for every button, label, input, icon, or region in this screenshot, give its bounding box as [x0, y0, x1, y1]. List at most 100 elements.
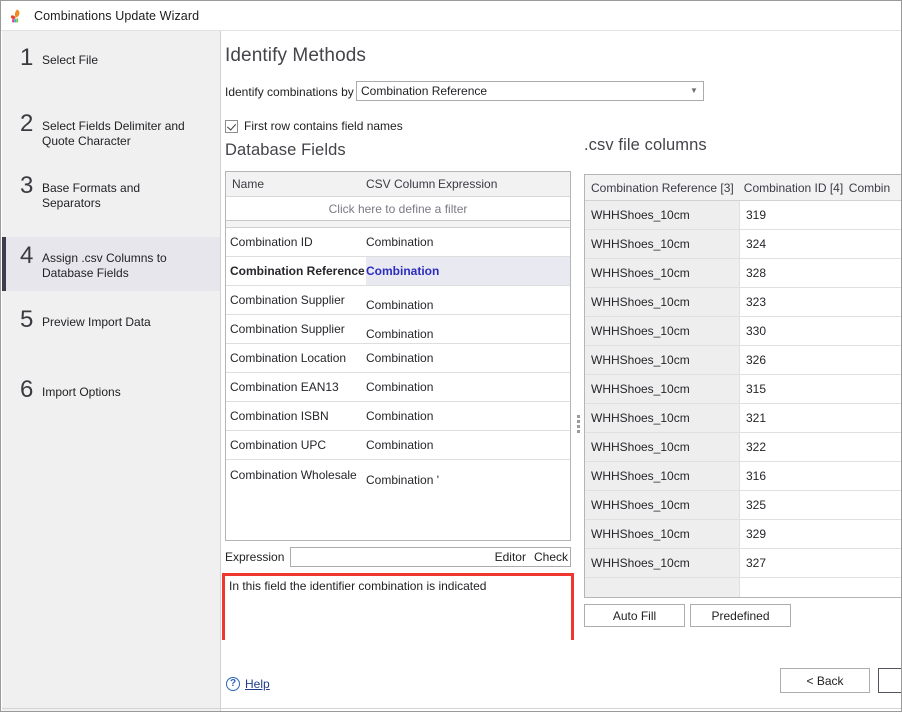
csv-columns-heading: .csv file columns	[584, 136, 707, 154]
csv-cell-id: 324	[746, 237, 767, 251]
csv-row[interactable]: WHHShoes_10cm 324	[585, 230, 901, 259]
field-csv-column: Combination '	[366, 473, 439, 487]
csv-row[interactable]: WHHShoes_10cm 316	[585, 462, 901, 491]
wizard-steps-sidebar: 1 Select File 2 Select Fields Delimiter …	[2, 31, 221, 711]
back-button[interactable]: < Back	[780, 668, 870, 693]
step-label: Select File	[42, 53, 99, 67]
next-button[interactable]	[878, 668, 901, 693]
table-row[interactable]: Combination Supplier Combination	[226, 315, 570, 344]
csv-row[interactable]: WHHShoes_10cm 322	[585, 433, 901, 462]
csv-row[interactable]: WHHShoes_10cm 329	[585, 520, 901, 549]
step-number: 2	[20, 110, 34, 137]
database-fields-grid[interactable]: Name CSV Column Expression Click here to…	[225, 171, 571, 541]
field-name: Combination EAN13	[230, 380, 339, 394]
field-csv-column: Combination	[366, 264, 440, 278]
table-row[interactable]: Combination Location Combination	[226, 344, 570, 373]
csv-row-partial[interactable]	[585, 578, 901, 597]
splitter-grip-icon	[577, 415, 580, 433]
leaf-icon	[8, 7, 26, 25]
sidebar-step-5[interactable]: 5 Preview Import Data	[2, 307, 220, 355]
sidebar-step-1[interactable]: 1 Select File	[2, 45, 220, 93]
sidebar-step-6[interactable]: 6 Import Options	[2, 377, 220, 425]
expression-row: Expression Editor Check	[225, 547, 571, 567]
step-label: Preview Import Data	[42, 315, 151, 329]
table-row-selected[interactable]: Combination Reference Combination	[226, 257, 570, 286]
sidebar-step-3[interactable]: 3 Base Formats and Separators	[2, 173, 220, 221]
sidebar-step-4[interactable]: 4 Assign .csv Columns to Database Fields	[2, 237, 220, 291]
table-row[interactable]: Combination EAN13 Combination	[226, 373, 570, 402]
window-title: Combinations Update Wizard	[34, 8, 200, 23]
step-label: Assign .csv Columns to Database Fields	[42, 251, 167, 280]
step-label: Base Formats and Separators	[42, 181, 141, 210]
field-csv-column: Combination	[366, 380, 434, 394]
auto-fill-button[interactable]: Auto Fill	[584, 604, 685, 627]
identify-combinations-label: Identify combinations by	[225, 85, 354, 99]
identify-combinations-value: Combination Reference	[361, 84, 488, 98]
csv-row[interactable]: WHHShoes_10cm 323	[585, 288, 901, 317]
csv-column-header-reference[interactable]: Combination Reference [3]	[585, 181, 738, 195]
grid-horizontal-scrollbar[interactable]	[226, 221, 570, 228]
field-name: Combination Supplier	[230, 322, 345, 336]
step-number: 5	[20, 306, 34, 333]
column-header-name[interactable]: Name	[226, 177, 366, 191]
csv-column-header-id[interactable]: Combination ID [4]	[738, 181, 843, 195]
csv-cell-id: 316	[746, 469, 767, 483]
csv-cell-id: 315	[746, 382, 767, 396]
csv-columns-grid[interactable]: Combination Reference [3] Combination ID…	[584, 174, 901, 598]
filter-row[interactable]: Click here to define a filter	[226, 197, 570, 221]
csv-cell-reference: WHHShoes_10cm	[585, 433, 740, 461]
csv-row[interactable]: WHHShoes_10cm 328	[585, 259, 901, 288]
expression-input[interactable]: Editor Check	[290, 547, 571, 567]
csv-cell-reference: WHHShoes_10cm	[585, 462, 740, 490]
expression-editor-button[interactable]: Editor	[495, 550, 526, 564]
database-fields-header-row: Name CSV Column Expression	[226, 172, 570, 197]
question-circle-icon: ?	[226, 677, 240, 691]
csv-cell-reference: WHHShoes_10cm	[585, 259, 740, 287]
csv-cell-id: 322	[746, 440, 767, 454]
field-csv-column: Combination	[366, 235, 434, 249]
expression-check-button[interactable]: Check	[534, 550, 568, 564]
panel-splitter[interactable]	[574, 171, 584, 641]
main-content: Identify Methods Identify combinations b…	[221, 31, 901, 711]
csv-cell-reference: WHHShoes_10cm	[585, 520, 740, 548]
csv-cell-id: 327	[746, 556, 767, 570]
title-bar: Combinations Update Wizard	[1, 1, 901, 31]
table-row[interactable]: Combination UPC Combination	[226, 431, 570, 460]
csv-cell-reference: WHHShoes_10cm	[585, 404, 740, 432]
column-header-expression[interactable]: Expression	[438, 177, 518, 191]
identify-combinations-select[interactable]: Combination Reference ▼	[356, 81, 704, 101]
predefined-button[interactable]: Predefined	[690, 604, 791, 627]
help-link[interactable]: ? Help	[226, 677, 270, 691]
field-name: Combination ID	[230, 235, 313, 249]
table-row[interactable]: Combination ISBN Combination	[226, 402, 570, 431]
csv-row[interactable]: WHHShoes_10cm 330	[585, 317, 901, 346]
csv-column-header-third[interactable]: Combin	[843, 181, 901, 195]
field-name: Combination Location	[230, 351, 347, 365]
csv-cell-reference: WHHShoes_10cm	[585, 288, 740, 316]
csv-row[interactable]: WHHShoes_10cm 321	[585, 404, 901, 433]
chevron-down-icon: ▼	[690, 86, 698, 95]
csv-cell-reference: WHHShoes_10cm	[585, 549, 740, 577]
column-header-csv-column[interactable]: CSV Column	[366, 177, 438, 191]
checkbox-check-icon	[225, 119, 238, 133]
sidebar-step-2[interactable]: 2 Select Fields Delimiter and Quote Char…	[2, 111, 220, 159]
csv-cell-reference: WHHShoes_10cm	[585, 491, 740, 519]
csv-row[interactable]: WHHShoes_10cm 327	[585, 549, 901, 578]
table-row[interactable]: Combination Supplier Combination	[226, 286, 570, 315]
csv-row[interactable]: WHHShoes_10cm 325	[585, 491, 901, 520]
field-name: Combination UPC	[230, 438, 327, 452]
csv-file-columns-panel: .csv file columns Combination Reference …	[584, 136, 901, 641]
csv-row[interactable]: WHHShoes_10cm 319	[585, 201, 901, 230]
filter-hint: Click here to define a filter	[328, 201, 468, 216]
field-name: Combination Wholesale	[230, 467, 357, 482]
first-row-contains-field-names-checkbox[interactable]: First row contains field names	[225, 119, 403, 133]
csv-cell-reference	[585, 578, 740, 597]
csv-row[interactable]: WHHShoes_10cm 315	[585, 375, 901, 404]
field-name: Combination ISBN	[230, 409, 329, 423]
csv-row[interactable]: WHHShoes_10cm 326	[585, 346, 901, 375]
table-row[interactable]: Combination ID Combination	[226, 228, 570, 257]
csv-cell-id: 325	[746, 498, 767, 512]
csv-cell-id	[740, 578, 901, 597]
field-description-text: In this field the identifier combination…	[229, 579, 487, 593]
table-row[interactable]: Combination Wholesale Combination '	[226, 460, 570, 489]
